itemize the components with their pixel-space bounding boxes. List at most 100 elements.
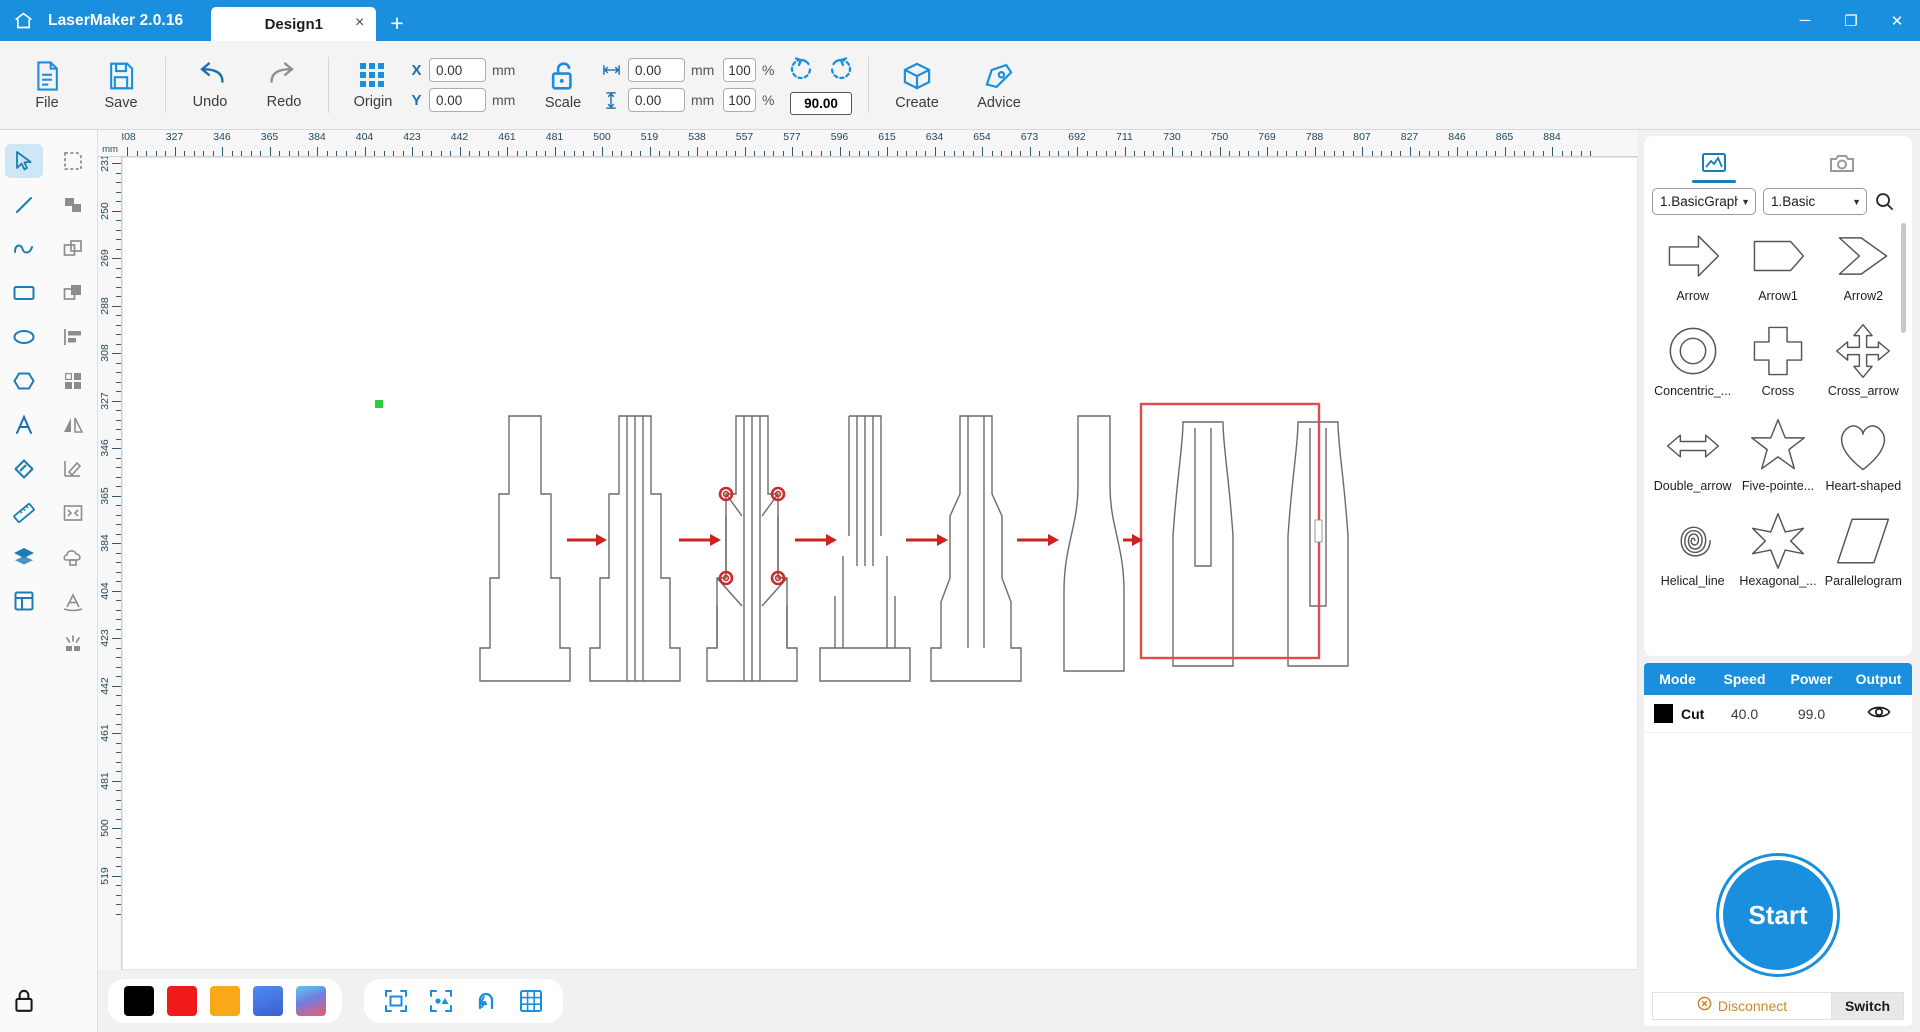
polygon-tool[interactable] [5, 364, 43, 398]
node-edit-tool[interactable] [54, 144, 92, 178]
height-input[interactable] [628, 88, 685, 112]
layers-tool[interactable] [5, 540, 43, 574]
horizontal-ruler[interactable]: mm 308 327 346 365 384 404 423 442 461 481 500 519 5… [98, 130, 1638, 157]
camera-tab[interactable] [1796, 145, 1888, 183]
ellipse-tool[interactable] [5, 320, 43, 354]
select-objects-icon[interactable] [425, 985, 457, 1017]
create-button[interactable]: Create [876, 41, 958, 129]
eraser-tool[interactable] [5, 452, 43, 486]
maximize-button[interactable]: ❐ [1828, 0, 1874, 41]
y-position-input[interactable] [429, 88, 486, 112]
layer-color-swatch[interactable] [1654, 704, 1673, 723]
library-tab[interactable] [1668, 145, 1760, 183]
origin-button-label: Origin [353, 93, 393, 110]
shape-item-fivepointe[interactable]: Five-pointe... [1735, 413, 1820, 508]
window-close-button[interactable]: ✕ [1874, 0, 1920, 41]
distribute-tool[interactable] [54, 364, 92, 398]
shape-item-doublearrow[interactable]: Double_arrow [1650, 413, 1735, 508]
height-percent-input[interactable] [723, 88, 756, 112]
layer-power-value[interactable]: 99.0 [1778, 706, 1845, 722]
close-icon[interactable]: × [355, 15, 364, 31]
category-secondary-select[interactable]: 1.Basic ▼ [1763, 188, 1867, 215]
measure-tool[interactable] [5, 496, 43, 530]
shape-item-arrow1[interactable]: Arrow1 [1735, 223, 1820, 318]
layer-row[interactable]: Cut 40.0 99.0 [1644, 695, 1912, 733]
ruler-tick [659, 151, 660, 156]
lock-closed-icon[interactable] [8, 984, 40, 1016]
redo-button[interactable]: Redo [247, 41, 321, 129]
library-scrollbar[interactable] [1901, 223, 1906, 333]
rectangle-tool[interactable] [5, 276, 43, 310]
color-blue[interactable] [253, 986, 283, 1016]
ruler-tick [1419, 151, 1420, 156]
color-red[interactable] [167, 986, 197, 1016]
ruler-label: 461 [99, 724, 111, 742]
shape-item-arrow[interactable]: Arrow [1650, 223, 1735, 318]
ruler-tick [554, 147, 556, 156]
start-button[interactable]: Start [1719, 856, 1837, 974]
shape-item-cross[interactable]: Cross [1735, 318, 1820, 413]
x-position-input[interactable] [429, 58, 486, 82]
scale-button[interactable]: Scale [526, 41, 600, 129]
home-icon[interactable] [0, 0, 46, 41]
intersect-tool[interactable] [54, 232, 92, 266]
rotate-clockwise-icon[interactable] [828, 56, 854, 87]
advice-button[interactable]: Advice [958, 41, 1040, 129]
text-path-tool[interactable] [54, 584, 92, 618]
search-icon[interactable] [1874, 191, 1895, 212]
mirror-tool[interactable] [54, 408, 92, 442]
curve-tool[interactable] [5, 232, 43, 266]
line-tool[interactable] [5, 188, 43, 222]
minimize-button[interactable]: ─ [1782, 0, 1828, 41]
shape-item-heartshaped[interactable]: Heart-shaped [1821, 413, 1906, 508]
file-button[interactable]: File [10, 41, 84, 129]
rotation-input[interactable] [790, 91, 852, 115]
ruler-tick [165, 151, 166, 156]
layer-speed-value[interactable]: 40.0 [1711, 706, 1778, 722]
align-tool[interactable] [54, 320, 92, 354]
dimension-tool[interactable] [54, 452, 92, 486]
x-axis-label: X [411, 61, 422, 79]
ruler-tick [112, 875, 121, 877]
category-primary-select[interactable]: 1.BasicGraphics ▼ [1652, 188, 1756, 215]
document-tab[interactable]: Design1 × [211, 7, 377, 41]
selection-rectangle[interactable] [1139, 402, 1321, 660]
rotate-counterclockwise-icon[interactable] [788, 56, 814, 87]
union-tool[interactable] [54, 188, 92, 222]
origin-button[interactable]: Origin [336, 41, 410, 129]
select-frame-icon[interactable] [380, 985, 412, 1017]
subtract-tool[interactable] [54, 276, 92, 310]
selection-handle[interactable] [1314, 519, 1323, 543]
undo-button[interactable]: Undo [173, 41, 247, 129]
magnet-snap-icon[interactable] [470, 985, 502, 1017]
width-input[interactable] [628, 58, 685, 82]
switch-button[interactable]: Switch [1832, 992, 1904, 1020]
ruler-tick [116, 476, 121, 478]
design-canvas[interactable] [122, 157, 1638, 970]
frame-tool[interactable] [5, 584, 43, 618]
engrave-tool[interactable] [54, 540, 92, 574]
fit-tool[interactable] [54, 496, 92, 530]
shape-item-hexagonal[interactable]: Hexagonal_... [1735, 508, 1820, 603]
shape-item-helicalline[interactable]: Helical_line [1650, 508, 1735, 603]
ruler-tick [345, 151, 347, 156]
grid-toggle-icon[interactable] [515, 985, 547, 1017]
text-tool[interactable] [5, 408, 43, 442]
select-tool[interactable] [5, 144, 44, 178]
vertical-ruler[interactable]: 231 250 269 288 308 327 346 365 384 404 423 442 461 4… [98, 157, 122, 970]
save-button[interactable]: Save [84, 41, 158, 129]
eye-visible-icon[interactable] [1845, 703, 1912, 724]
ruler-tick [640, 151, 641, 156]
color-gradient[interactable] [296, 986, 326, 1016]
shape-grid: Arrow Arrow1 Arrow2 Concentric_... Cross Cros… [1650, 223, 1906, 656]
color-orange[interactable] [210, 986, 240, 1016]
width-percent-input[interactable] [723, 58, 756, 82]
shape-item-crossarrow[interactable]: Cross_arrow [1821, 318, 1906, 413]
disconnect-status[interactable]: Disconnect [1652, 992, 1832, 1020]
cut-spark-tool[interactable] [54, 628, 92, 662]
color-black[interactable] [124, 986, 154, 1016]
new-tab-button[interactable]: + [376, 12, 417, 41]
shape-item-concentric[interactable]: Concentric_... [1650, 318, 1735, 413]
shape-item-parallelogram[interactable]: Parallelogram [1821, 508, 1906, 603]
shape-item-arrow2[interactable]: Arrow2 [1821, 223, 1906, 318]
